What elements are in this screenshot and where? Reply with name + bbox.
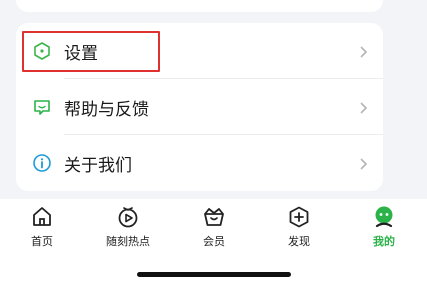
tab-home[interactable]: 首页 (2, 205, 82, 255)
chevron-right-icon (357, 156, 369, 170)
tab-label: 发现 (288, 235, 310, 248)
tab-label: 我的 (373, 235, 395, 248)
menu-item-label: 帮助与反馈 (64, 99, 149, 120)
previous-card (16, 0, 383, 12)
chat-feedback-icon (32, 97, 52, 117)
menu-item-label: 设置 (64, 43, 98, 64)
tab-me[interactable]: 我的 (344, 205, 424, 255)
menu-item-help-feedback[interactable]: 帮助与反馈 (16, 79, 383, 135)
chevron-right-icon (357, 44, 369, 58)
home-indicator[interactable] (137, 272, 291, 277)
tab-label: 会员 (203, 235, 225, 248)
menu-item-settings[interactable]: 设置 (16, 23, 383, 79)
tab-membership[interactable]: 会员 (174, 205, 254, 255)
tab-discover[interactable]: 发现 (259, 205, 339, 255)
menu-item-about-us[interactable]: 关于我们 (16, 135, 383, 191)
info-icon (32, 153, 52, 173)
play-trending-icon (116, 205, 140, 229)
tab-label: 首页 (31, 235, 53, 248)
home-icon (30, 205, 54, 229)
profile-avatar-icon (372, 205, 396, 229)
menu-item-label: 关于我们 (64, 155, 132, 176)
hexagon-icon (32, 41, 52, 61)
tab-trending[interactable]: 随刻热点 (88, 205, 168, 255)
plus-hexagon-icon (287, 205, 311, 229)
settings-menu-card: 设置 帮助与反馈 关于我们 (16, 23, 383, 191)
tab-label: 随刻热点 (106, 235, 150, 248)
crown-basket-icon (202, 205, 226, 229)
chevron-right-icon (357, 100, 369, 114)
